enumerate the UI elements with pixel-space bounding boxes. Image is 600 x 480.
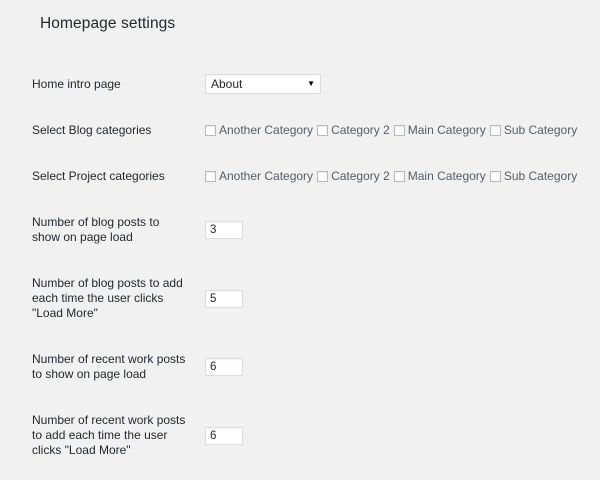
project-categories-checkboxes: Another Category Category 2 Main Categor…: [205, 169, 581, 183]
blog-categories-label: Select Blog categories: [32, 123, 152, 137]
blog-posts-more-input[interactable]: 5: [205, 290, 243, 308]
blog-posts-load-control: 3: [205, 221, 243, 239]
chevron-down-icon: ▼: [307, 79, 315, 88]
project-category-option[interactable]: Sub Category: [489, 169, 578, 183]
project-category-option[interactable]: Another Category: [205, 169, 313, 183]
work-posts-more-control: 6: [205, 427, 243, 445]
checkbox-label: Another Category: [219, 169, 314, 183]
checkbox[interactable]: [489, 124, 501, 136]
checkbox-label: Another Category: [219, 123, 314, 137]
project-categories-label: Select Project categories: [32, 169, 165, 183]
checkbox-label: Sub Category: [503, 169, 578, 183]
checkbox-label: Sub Category: [503, 123, 578, 137]
blog-posts-load-input[interactable]: 3: [205, 221, 243, 239]
checkbox-label: Main Category: [407, 169, 486, 183]
checkbox-label: Main Category: [407, 123, 486, 137]
checkbox[interactable]: [205, 124, 216, 136]
blog-categories-checkboxes: Another Category Category 2 Main Categor…: [205, 123, 581, 137]
home-intro-row: Home intro page About ▼: [32, 74, 600, 96]
checkbox[interactable]: [393, 170, 405, 182]
checkbox-label: Category 2: [331, 123, 390, 137]
project-category-option[interactable]: Main Category: [393, 169, 486, 183]
checkbox[interactable]: [317, 124, 329, 136]
blog-posts-more-control: 5: [205, 290, 243, 308]
blog-category-option[interactable]: Category 2: [317, 123, 390, 137]
project-category-option[interactable]: Category 2: [317, 169, 390, 183]
checkbox[interactable]: [393, 124, 405, 136]
work-posts-more-row: Number of recent work posts to add each …: [32, 413, 600, 459]
home-intro-label: Home intro page: [32, 77, 121, 91]
blog-category-option[interactable]: Main Category: [393, 123, 486, 137]
homepage-settings-page: Homepage settings Home intro page About …: [0, 0, 600, 480]
work-posts-load-control: 6: [205, 358, 243, 376]
work-posts-load-input[interactable]: 6: [205, 358, 243, 376]
work-posts-more-input[interactable]: 6: [205, 427, 243, 445]
home-intro-select[interactable]: About ▼: [205, 74, 321, 94]
project-categories-row: Select Project categories Another Catego…: [32, 168, 600, 186]
blog-posts-load-row: Number of blog posts to show on page loa…: [32, 215, 600, 247]
work-posts-load-row: Number of recent work posts to show on p…: [32, 352, 600, 384]
work-posts-more-label: Number of recent work posts to add each …: [32, 413, 186, 457]
blog-categories-row: Select Blog categories Another Category …: [32, 122, 600, 140]
work-posts-load-label: Number of recent work posts to show on p…: [32, 352, 186, 381]
home-intro-selected-value: About: [211, 77, 243, 91]
blog-posts-load-label: Number of blog posts to show on page loa…: [32, 215, 160, 244]
blog-posts-more-row: Number of blog posts to add each time th…: [32, 276, 600, 322]
blog-category-option[interactable]: Another Category: [205, 123, 313, 137]
checkbox-label: Category 2: [331, 169, 390, 183]
home-intro-control: About ▼: [205, 74, 321, 94]
checkbox[interactable]: [205, 170, 216, 182]
blog-category-option[interactable]: Sub Category: [489, 123, 578, 137]
checkbox[interactable]: [489, 170, 501, 182]
checkbox[interactable]: [317, 170, 329, 182]
page-title: Homepage settings: [40, 15, 176, 32]
blog-posts-more-label: Number of blog posts to add each time th…: [32, 276, 183, 320]
